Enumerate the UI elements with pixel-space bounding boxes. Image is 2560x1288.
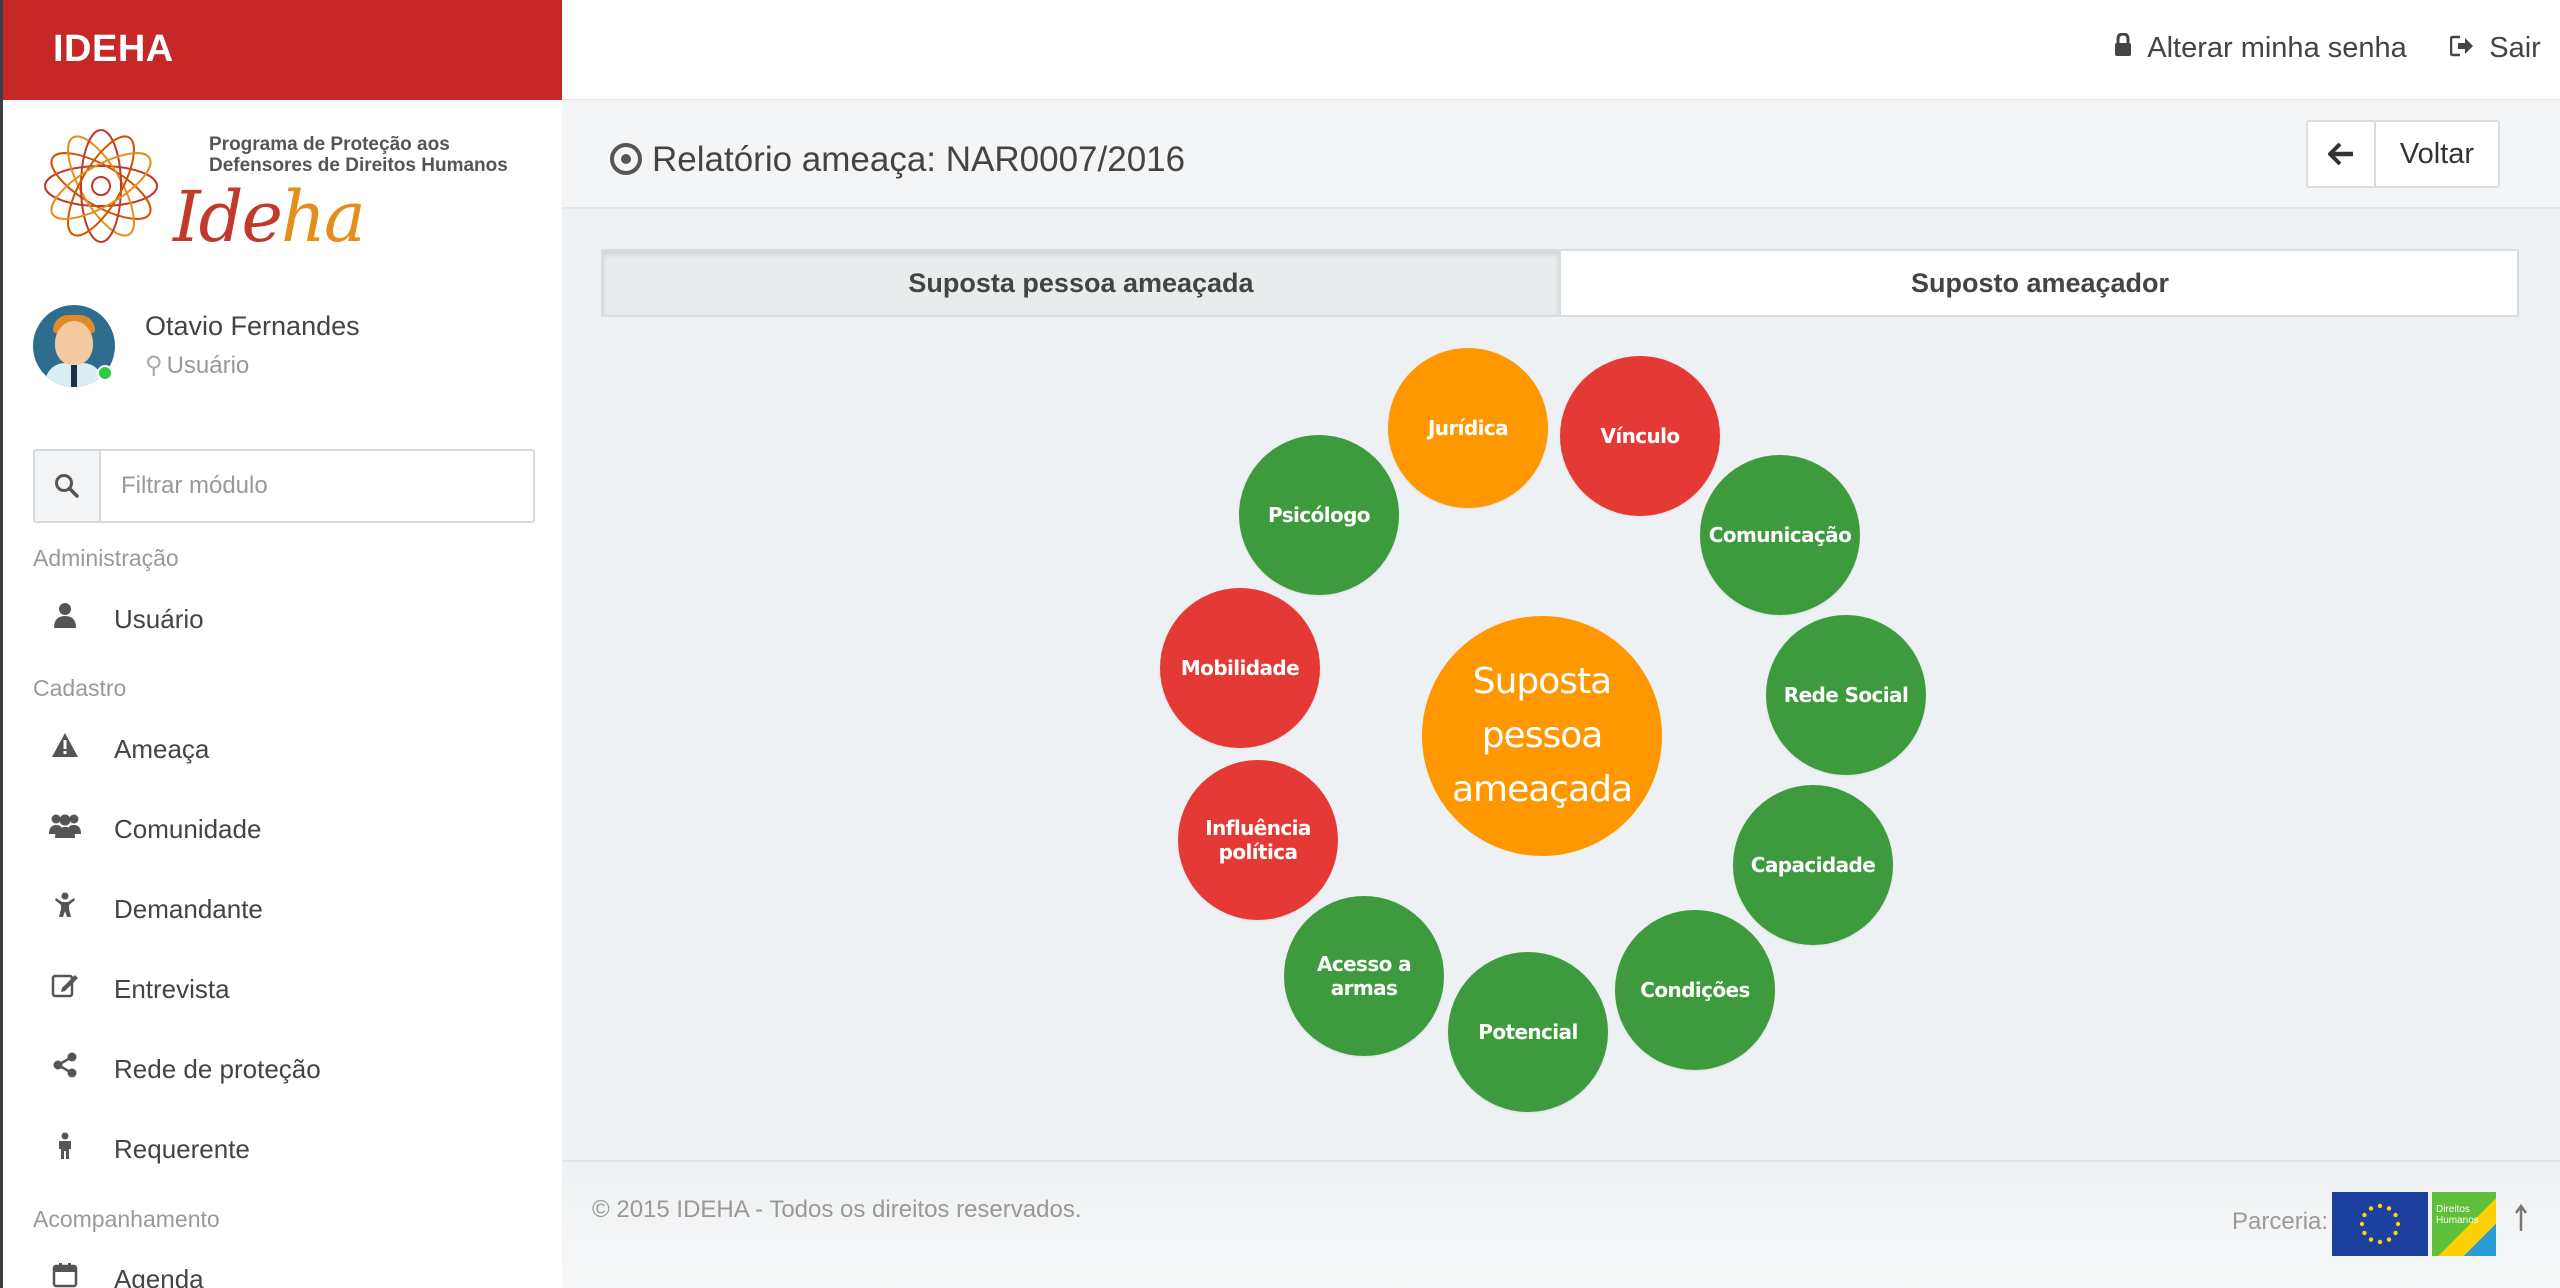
male-icon xyxy=(47,1132,83,1167)
bubble-condicoes[interactable]: Condições xyxy=(1615,910,1775,1070)
users-icon xyxy=(47,812,83,845)
center-bubble[interactable]: Suposta pessoa ameaçada xyxy=(1422,616,1662,856)
logo-word: Ideha xyxy=(173,176,366,258)
sidebar-item-label: Entrevista xyxy=(114,974,230,1004)
bubble-label: Comunicação xyxy=(1708,523,1852,547)
spiral-logo-icon xyxy=(44,129,158,243)
sidebar-item-usuario[interactable]: Usuário xyxy=(3,590,562,650)
sidebar-item-demandante[interactable]: Demandante xyxy=(3,880,562,940)
brand-title[interactable]: IDEHA xyxy=(3,0,562,100)
sidebar-item-label: Requerente xyxy=(114,1134,250,1164)
lock-icon xyxy=(2114,32,2139,63)
sidebar-item-requerente[interactable]: Requerente xyxy=(3,1120,562,1180)
bubble-label: Influência política xyxy=(1205,816,1311,864)
bubble-influencia-politica[interactable]: Influência política xyxy=(1178,760,1338,920)
sidebar-item-label: Agenda xyxy=(114,1264,204,1288)
map-marker-icon: ⚲ xyxy=(145,352,163,379)
bubble-juridica[interactable]: Jurídica xyxy=(1388,348,1548,508)
eu-flag-logo xyxy=(2332,1192,2428,1256)
dot-circle-icon xyxy=(610,143,642,175)
bubble-label: Jurídica xyxy=(1427,416,1509,440)
section-administracao: Administração xyxy=(33,545,179,571)
change-password-label: Alterar minha senha xyxy=(2147,32,2407,64)
user-panel: Otavio Fernandes ⚲ Usuário xyxy=(33,305,543,395)
search-icon[interactable] xyxy=(35,451,101,521)
arrow-left-icon[interactable] xyxy=(2308,122,2376,186)
sidebar-item-label: Comunidade xyxy=(114,814,262,844)
bubble-psicologo[interactable]: Psicólogo xyxy=(1239,435,1399,595)
warning-icon xyxy=(47,732,83,765)
sidebar-item-entrevista[interactable]: Entrevista xyxy=(3,960,562,1020)
filter-module-input[interactable] xyxy=(103,451,533,521)
top-bar: Alterar minha senha Sair xyxy=(562,0,2560,100)
bubble-mobilidade[interactable]: Mobilidade xyxy=(1160,588,1320,748)
user-role: ⚲ Usuário xyxy=(145,351,249,380)
child-icon xyxy=(47,892,83,925)
bubble-comunicacao[interactable]: Comunicação xyxy=(1700,455,1860,615)
user-role-text: Usuário xyxy=(166,352,250,379)
bubble-vinculo[interactable]: Vínculo xyxy=(1560,356,1720,516)
footer: © 2015 IDEHA - Todos os direitos reserva… xyxy=(562,1160,2560,1288)
copyright: © 2015 IDEHA - Todos os direitos reserva… xyxy=(592,1196,1082,1223)
sidebar-item-label: Ameaça xyxy=(114,734,210,764)
sidebar-item-ameaca[interactable]: Ameaça xyxy=(3,720,562,780)
logout-link[interactable]: Sair xyxy=(2449,32,2541,65)
filter-module xyxy=(33,449,535,523)
calendar-icon xyxy=(47,1262,83,1288)
bubble-label: Condições xyxy=(1640,978,1750,1002)
program-logo: Programa de Proteção aos Defensores de D… xyxy=(39,124,529,258)
bubble-label: Capacidade xyxy=(1750,853,1876,877)
scroll-top-icon[interactable] xyxy=(2514,1203,2528,1239)
tabs: Suposta pessoa ameaçada Suposto ameaçado… xyxy=(601,249,2519,317)
logo-word-b: ha xyxy=(280,176,366,258)
sidebar-item-rede-de-protecao[interactable]: Rede de proteção xyxy=(3,1040,562,1100)
bubble-acesso-a-armas[interactable]: Acesso a armas xyxy=(1284,896,1444,1056)
online-status-icon xyxy=(97,365,113,381)
bubble-label: Rede Social xyxy=(1783,683,1909,707)
logout-label: Sair xyxy=(2489,32,2541,64)
partner-label: Parceria: xyxy=(2232,1208,2329,1235)
tab-suposto-ameacador[interactable]: Suposto ameaçador xyxy=(1563,251,2517,315)
sidebar-item-label: Usuário xyxy=(114,604,204,634)
back-button-group: Voltar xyxy=(2306,120,2500,188)
back-button[interactable]: Voltar xyxy=(2376,122,2498,186)
tab-suposta-pessoa-ameacada[interactable]: Suposta pessoa ameaçada xyxy=(603,251,1561,315)
bubble-label: Potencial xyxy=(1478,1020,1578,1044)
user-icon xyxy=(47,602,83,635)
bubble-label: Mobilidade xyxy=(1180,656,1300,680)
bubble-label: Acesso a armas xyxy=(1316,952,1412,1000)
sidebar-item-label: Demandante xyxy=(114,894,263,924)
user-name: Otavio Fernandes xyxy=(145,311,360,341)
bubble-label: Psicólogo xyxy=(1268,503,1371,527)
page-header: Relatório ameaça: NAR0007/2016 Voltar xyxy=(562,101,2560,209)
change-password-link[interactable]: Alterar minha senha xyxy=(2114,32,2407,65)
bubble-label: Vínculo xyxy=(1600,424,1680,448)
logo-text: Programa de Proteção aos Defensores de D… xyxy=(209,134,508,176)
bubble-rede-social[interactable]: Rede Social xyxy=(1766,615,1926,775)
sidebar-item-comunidade[interactable]: Comunidade xyxy=(3,800,562,860)
logo-word-a: Ide xyxy=(173,176,283,258)
sidebar-item-agenda[interactable]: Agenda xyxy=(3,1250,562,1288)
sidebar-item-label: Rede de proteção xyxy=(114,1054,321,1084)
share-icon xyxy=(47,1052,83,1085)
bubble-potencial[interactable]: Potencial xyxy=(1448,952,1608,1112)
section-acompanhamento: Acompanhamento xyxy=(33,1206,220,1232)
edit-icon xyxy=(47,972,83,1005)
sidebar: IDEHA Programa de Proteção aos Defensore… xyxy=(0,0,562,1288)
page-title: Relatório ameaça: NAR0007/2016 xyxy=(610,139,1185,180)
sign-out-icon xyxy=(2449,33,2481,63)
direitos-humanos-logo: Direitos Humanos xyxy=(2432,1192,2496,1256)
section-cadastro: Cadastro xyxy=(33,675,127,701)
eu-stars-icon xyxy=(2359,1203,2401,1245)
page-title-text: Relatório ameaça: NAR0007/2016 xyxy=(652,140,1186,179)
bubble-capacidade[interactable]: Capacidade xyxy=(1733,785,1893,945)
